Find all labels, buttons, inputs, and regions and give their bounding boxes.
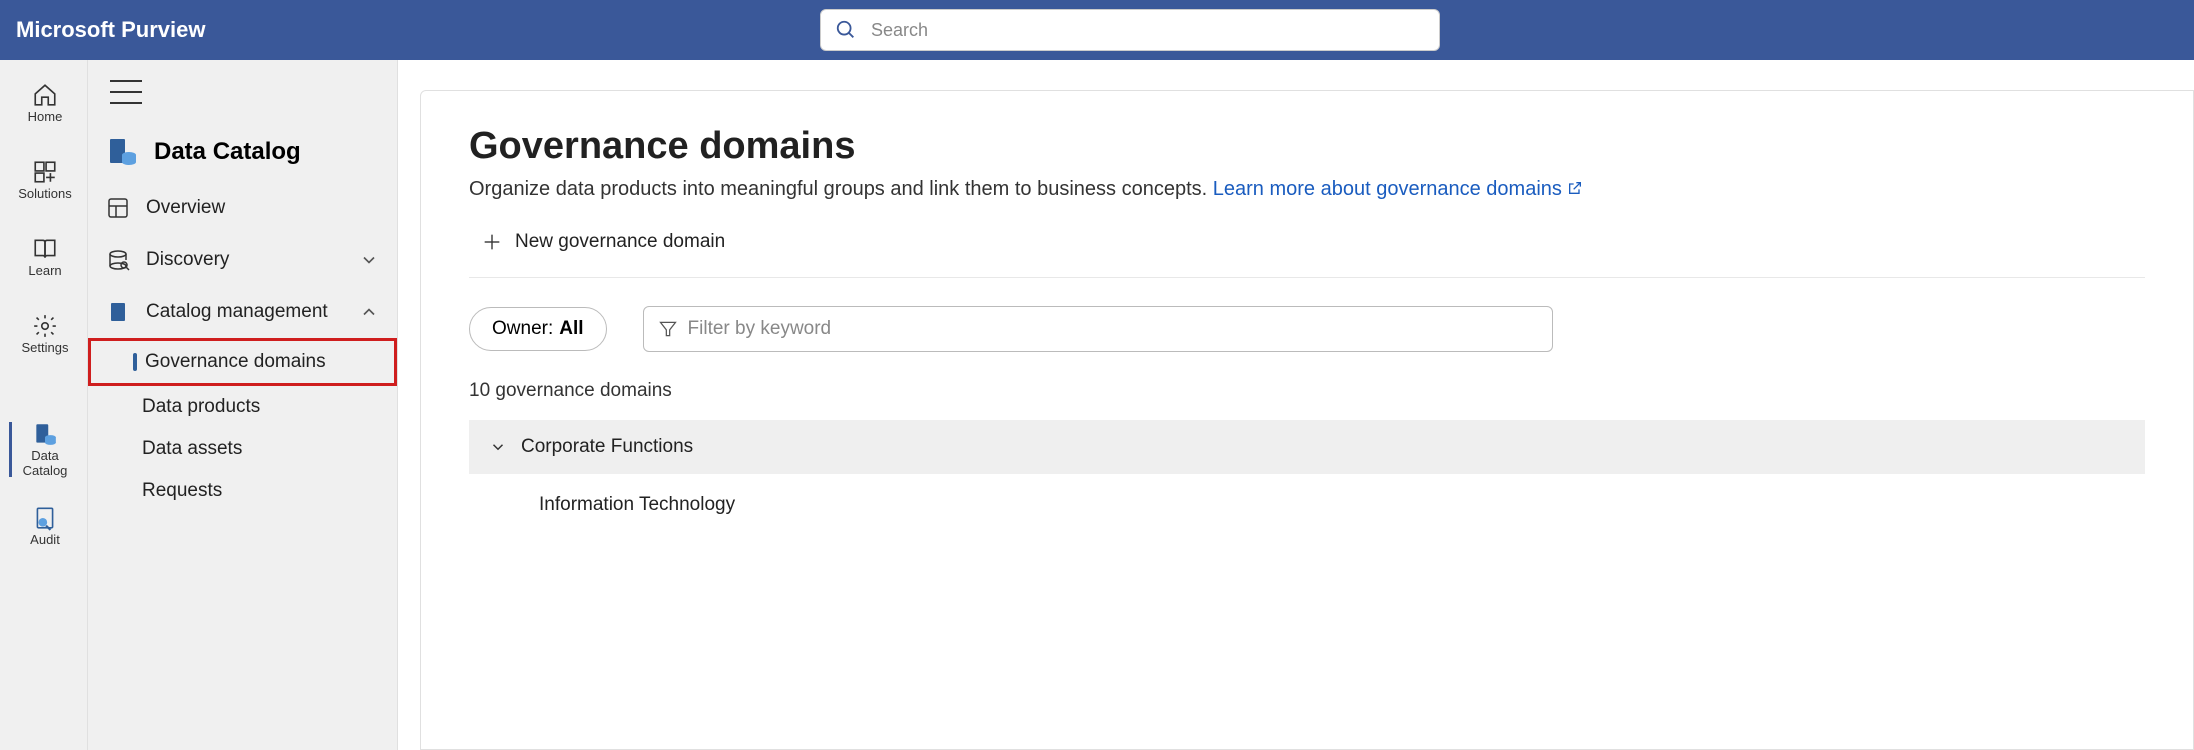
nav-overview-label: Overview [146, 197, 379, 219]
nav-discovery[interactable]: Discovery [88, 234, 397, 286]
rail-settings-label: Settings [22, 341, 69, 355]
chevron-up-icon [359, 302, 379, 322]
subnav-governance-domains[interactable]: Governance domains [88, 338, 397, 386]
learn-more-link[interactable]: Learn more about governance domains [1213, 178, 1584, 200]
top-header: Microsoft Purview [0, 0, 2194, 60]
subnav-requests[interactable]: Requests [88, 470, 397, 512]
search-input[interactable] [871, 20, 1425, 41]
secondary-nav: Data Catalog Overview Discovery Catalog … [88, 60, 398, 750]
app-title: Microsoft Purview [16, 17, 205, 43]
discovery-icon [106, 248, 130, 272]
chevron-down-icon [489, 438, 507, 456]
keyword-filter-input[interactable] [688, 318, 1538, 340]
audit-icon [32, 505, 58, 531]
rail-learn[interactable]: Learn [9, 230, 79, 285]
data-catalog-big-icon [106, 136, 138, 168]
chevron-down-icon [359, 250, 379, 270]
rail-learn-label: Learn [28, 264, 61, 278]
domain-group-label: Corporate Functions [521, 436, 693, 458]
search-icon [835, 19, 857, 41]
subnav-governance-domains-label: Governance domains [145, 351, 326, 373]
subnav-data-assets-label: Data assets [142, 438, 242, 460]
domain-group-header[interactable]: Corporate Functions [469, 420, 2145, 474]
keyword-filter-box[interactable] [643, 306, 1553, 352]
rail-data-catalog-label: Data Catalog [12, 449, 79, 478]
external-link-icon [1567, 180, 1583, 196]
filter-row: Owner: All [469, 277, 2145, 352]
section-data-catalog[interactable]: Data Catalog [88, 122, 397, 182]
search-box[interactable] [820, 9, 1440, 51]
rail-settings[interactable]: Settings [9, 307, 79, 362]
catalog-mgmt-icon [106, 300, 130, 324]
section-title: Data Catalog [154, 138, 301, 166]
nav-catalog-management[interactable]: Catalog management [88, 286, 397, 338]
hamburger-menu-icon[interactable] [110, 80, 142, 104]
rail-audit[interactable]: Audit [9, 499, 79, 554]
domain-child-item[interactable]: Information Technology [469, 474, 2145, 526]
home-icon [32, 82, 58, 108]
nav-overview[interactable]: Overview [88, 182, 397, 234]
owner-filter-pill[interactable]: Owner: All [469, 307, 607, 351]
rail-home-label: Home [28, 110, 63, 124]
subnav-data-assets[interactable]: Data assets [88, 428, 397, 470]
rail-home[interactable]: Home [9, 76, 79, 131]
new-domain-label: New governance domain [515, 231, 725, 253]
solutions-icon [32, 159, 58, 185]
filter-icon [658, 319, 678, 339]
owner-value: All [559, 318, 583, 340]
page-desc-text: Organize data products into meaningful g… [469, 178, 1213, 200]
learn-icon [32, 236, 58, 262]
subnav-requests-label: Requests [142, 480, 222, 502]
owner-label: Owner: [492, 318, 553, 340]
subnav-data-products-label: Data products [142, 396, 260, 418]
plus-icon [481, 231, 503, 253]
rail-audit-label: Audit [30, 533, 60, 547]
subnav-data-products[interactable]: Data products [88, 386, 397, 428]
data-catalog-icon [32, 421, 58, 447]
left-rail: Home Solutions Learn Settings Data Catal… [0, 60, 88, 750]
rail-data-catalog[interactable]: Data Catalog [9, 422, 79, 477]
nav-discovery-label: Discovery [146, 249, 343, 271]
domain-count: 10 governance domains [469, 380, 2145, 402]
rail-solutions-label: Solutions [18, 187, 71, 201]
page-title: Governance domains [469, 125, 2145, 168]
page-description: Organize data products into meaningful g… [469, 178, 2145, 201]
nav-catalog-mgmt-label: Catalog management [146, 301, 343, 323]
overview-icon [106, 196, 130, 220]
new-governance-domain-button[interactable]: New governance domain [469, 223, 737, 261]
rail-solutions[interactable]: Solutions [9, 153, 79, 208]
main-content: Governance domains Organize data product… [420, 90, 2194, 750]
settings-icon [32, 313, 58, 339]
